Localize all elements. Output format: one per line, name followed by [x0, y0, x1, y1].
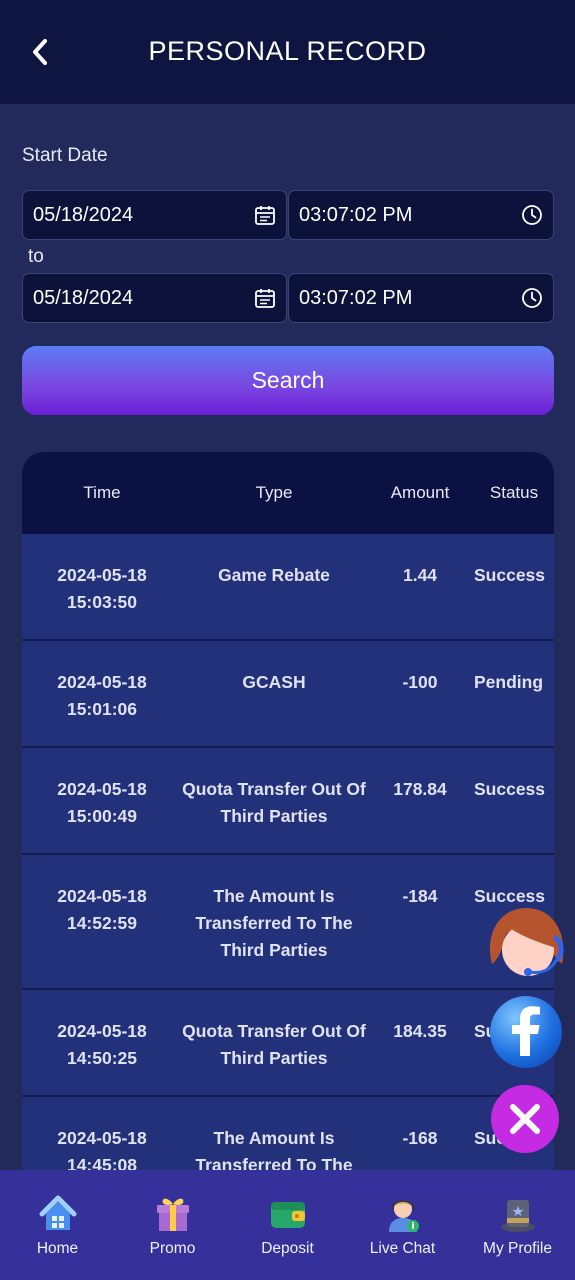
facebook-icon — [512, 1006, 540, 1056]
records-table: Time Type Amount Status 2024-05-18 15:03:… — [22, 452, 554, 1180]
calendar-icon[interactable] — [254, 204, 276, 226]
nav-deposit[interactable]: Deposit — [230, 1170, 345, 1280]
row-time: 2024-05-18 15:03:50 — [22, 562, 182, 616]
table-row: 2024-05-18 15:00:49 Quota Transfer Out Of… — [22, 748, 554, 855]
column-header-status: Status — [489, 483, 539, 502]
end-time-input[interactable]: 03:07:02 PM — [288, 273, 554, 323]
to-label: to — [28, 246, 44, 267]
row-status: Success — [474, 779, 546, 799]
end-time-value: 03:07:02 PM — [299, 286, 413, 309]
app-header: PERSONAL RECORD — [0, 0, 575, 104]
column-header-time: Time — [83, 483, 121, 502]
nav-live-chat-label: Live Chat — [369, 1240, 436, 1257]
close-floating-button[interactable] — [491, 1085, 559, 1153]
support-agent-icon — [489, 908, 564, 976]
start-date-value: 05/18/2024 — [33, 203, 134, 226]
row-date-text: 2024-05-18 — [57, 779, 147, 799]
clock-icon[interactable] — [521, 204, 543, 226]
facebook-button[interactable] — [490, 996, 562, 1068]
row-type: The Amount Is Transferred To The Third P… — [195, 886, 353, 960]
search-button[interactable]: Search — [22, 346, 554, 415]
nav-live-chat[interactable]: Live Chat — [345, 1170, 460, 1280]
column-header-type: Type — [255, 483, 293, 502]
start-date-input[interactable]: 05/18/2024 — [22, 190, 287, 240]
nav-my-profile[interactable]: My Profile — [460, 1170, 575, 1280]
column-header-amount: Amount — [390, 483, 450, 502]
wallet-icon — [270, 1202, 305, 1228]
row-type: Game Rebate — [218, 565, 330, 585]
row-date-text: 2024-05-18 — [57, 672, 147, 692]
row-type: Quota Transfer Out Of Third Parties — [182, 779, 366, 826]
row-time: 2024-05-18 14:50:25 — [22, 1018, 182, 1072]
row-type: GCASH — [242, 672, 306, 692]
customer-support-button[interactable] — [482, 904, 570, 986]
row-date-text: 2024-05-18 — [57, 1128, 147, 1148]
bottom-navigation: Home Promo Deposit Live Chat My Profile — [0, 1170, 575, 1280]
row-date-text: 2024-05-18 — [57, 886, 147, 906]
nav-promo-label: Promo — [149, 1240, 196, 1257]
row-time-text: 15:01:06 — [66, 699, 138, 719]
table-row: 2024-05-18 15:03:50 Game Rebate 1.44 Succ… — [22, 534, 554, 641]
start-time-input[interactable]: 03:07:02 PM — [288, 190, 554, 240]
row-amount: -184 — [402, 886, 438, 906]
row-time-text: 14:50:25 — [66, 1048, 138, 1068]
row-status: Success — [474, 565, 546, 585]
start-time-value: 03:07:02 PM — [299, 203, 413, 226]
nav-deposit-label: Deposit — [261, 1240, 314, 1257]
row-status: Pending — [474, 672, 544, 692]
start-date-label: Start Date — [22, 145, 108, 166]
home-icon — [39, 1195, 76, 1230]
close-icon — [510, 1104, 540, 1134]
profile-hat-icon — [500, 1200, 535, 1232]
row-amount: -100 — [402, 672, 438, 692]
row-time-text: 15:03:50 — [66, 592, 138, 612]
row-time: 2024-05-18 15:01:06 — [22, 669, 182, 723]
row-amount: 1.44 — [402, 565, 438, 585]
nav-my-profile-label: My Profile — [483, 1240, 552, 1257]
clock-icon[interactable] — [521, 287, 543, 309]
row-date-text: 2024-05-18 — [57, 565, 147, 585]
table-header: Time Type Amount Status — [22, 452, 554, 534]
nav-home[interactable]: Home — [0, 1170, 115, 1280]
support-agent-icon — [388, 1200, 419, 1232]
row-time: 2024-05-18 14:52:59 — [22, 883, 182, 937]
table-row: 2024-05-18 14:52:59 The Amount Is Transfe… — [22, 855, 554, 990]
table-row: 2024-05-18 14:50:25 Quota Transfer Out Of… — [22, 990, 554, 1097]
row-amount: 178.84 — [393, 779, 447, 799]
end-date-input[interactable]: 05/18/2024 — [22, 273, 287, 323]
gift-icon — [156, 1198, 189, 1231]
row-amount: -168 — [402, 1128, 438, 1148]
row-time: 2024-05-18 15:00:49 — [22, 776, 182, 830]
page-title: PERSONAL RECORD — [148, 36, 427, 66]
row-type: Quota Transfer Out Of Third Parties — [182, 1021, 366, 1068]
nav-promo[interactable]: Promo — [115, 1170, 230, 1280]
row-time-text: 15:00:49 — [66, 806, 138, 826]
table-row: 2024-05-18 15:01:06 GCASH -100 Pending — [22, 641, 554, 748]
row-date-text: 2024-05-18 — [57, 1021, 147, 1041]
table-row: 2024-05-18 14:45:08 The Amount Is Transfe… — [22, 1097, 554, 1180]
calendar-icon[interactable] — [254, 287, 276, 309]
row-time-text: 14:52:59 — [66, 913, 138, 933]
nav-home-label: Home — [36, 1240, 79, 1257]
end-date-value: 05/18/2024 — [33, 286, 134, 309]
row-amount: 184.35 — [393, 1021, 447, 1041]
